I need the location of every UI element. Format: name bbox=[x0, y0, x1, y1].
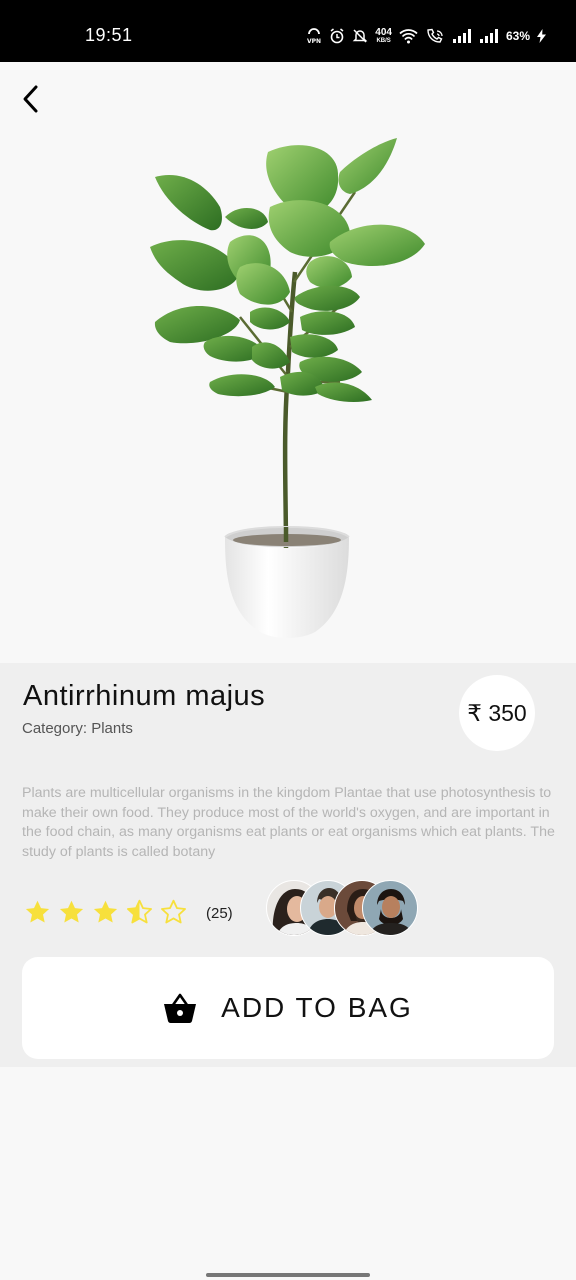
star-full-icon bbox=[93, 900, 118, 923]
star-full-icon bbox=[59, 900, 84, 923]
star-half-icon bbox=[127, 899, 152, 924]
avatar bbox=[362, 880, 418, 936]
gesture-nav-bar[interactable] bbox=[206, 1273, 370, 1277]
mute-icon bbox=[352, 29, 368, 43]
back-button[interactable] bbox=[16, 82, 48, 116]
product-title: Antirrhinum majus bbox=[23, 680, 266, 712]
rating-count: (25) bbox=[206, 905, 233, 922]
shopping-basket-icon bbox=[164, 993, 197, 1023]
signal-icon bbox=[452, 29, 471, 43]
add-to-bag-button[interactable]: ADD TO BAG bbox=[22, 957, 554, 1059]
wifi-call-icon bbox=[427, 28, 443, 43]
star-empty-icon bbox=[161, 899, 186, 924]
svg-text:VPN: VPN bbox=[307, 38, 321, 44]
product-category: Category: Plants bbox=[22, 720, 133, 737]
status-time: 19:51 bbox=[85, 25, 133, 45]
signal-icon bbox=[479, 29, 498, 43]
wifi-icon bbox=[399, 29, 418, 44]
star-full-icon bbox=[25, 900, 50, 923]
product-image bbox=[150, 138, 425, 638]
price-badge: ₹ 350 bbox=[459, 675, 535, 751]
vpn-icon: VPN bbox=[307, 28, 321, 44]
battery-level: 63% bbox=[505, 29, 530, 43]
status-icons: VPN 404 KB/S 63% bbox=[306, 24, 546, 48]
chevron-left-icon bbox=[23, 85, 38, 113]
status-bar: 19:51 VPN 404 KB/S 63% bbox=[0, 0, 576, 62]
alarm-icon bbox=[330, 28, 344, 44]
star-rating bbox=[24, 899, 187, 926]
product-description: Plants are multicellular organisms in th… bbox=[22, 785, 555, 860]
network-speed: 404 KB/S bbox=[375, 26, 392, 44]
charging-icon bbox=[537, 29, 546, 43]
add-to-bag-label: ADD TO BAG bbox=[221, 992, 413, 1023]
